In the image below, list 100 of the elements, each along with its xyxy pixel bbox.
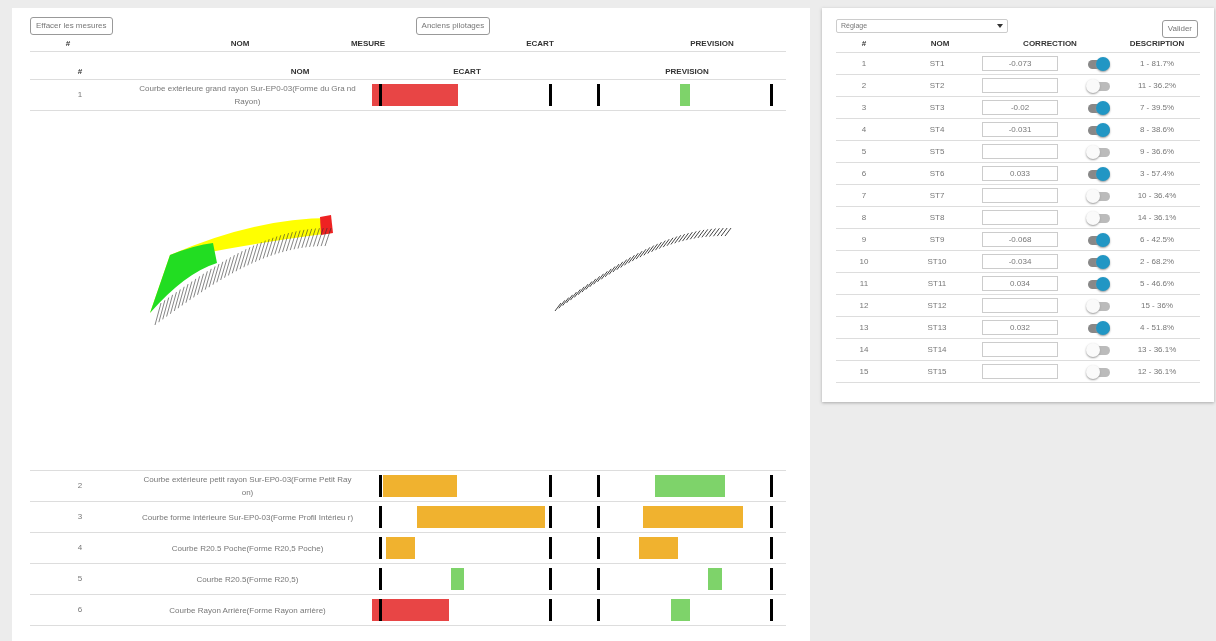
row-index: 15 [858,365,870,378]
correction-field[interactable] [982,78,1058,93]
setting-name: ST8 [928,211,946,224]
curve-name: Courbe forme intérieure Sur-EP0-03(Forme Profil Intérieu r) [140,511,355,524]
setting-name: ST9 [928,233,946,246]
description-text: 10 - 36.4% [1136,189,1178,202]
toggle-switch[interactable] [1086,364,1110,379]
toggle-switch[interactable] [1086,100,1110,115]
correction-field[interactable] [982,342,1058,357]
correction-field[interactable] [982,188,1058,203]
column-header: CORRECTION [1022,38,1078,50]
row-index: 8 [860,211,868,224]
row-index: 4 [860,123,868,136]
toggle-switch[interactable] [1086,78,1110,93]
column-header: DESCRIPTION [1128,38,1186,50]
setting-name: ST5 [928,145,946,158]
correction-field[interactable] [982,144,1058,159]
column-header: NOM [289,65,311,78]
row-index: 6 [860,167,868,180]
row-index: 14 [858,343,870,356]
toggle-switch[interactable] [1086,56,1110,71]
setting-name: ST15 [926,365,948,378]
toggle-switch[interactable] [1086,342,1110,357]
row-index: 2 [860,79,868,92]
dropdown-caret-icon [997,24,1003,28]
curve-name: Courbe Rayon Arrière(Forme Rayon arrière) [168,604,327,617]
curve-name: Courbe extérieure grand rayon Sur-EP0-03(Forme du Gra nd Rayon) [138,83,357,108]
correction-field[interactable]: 0.033 [982,166,1058,181]
column-header: PREVISION [664,65,710,78]
setting-name: ST7 [928,189,946,202]
row-index: 10 [858,255,870,268]
correction-field[interactable] [982,364,1058,379]
setting-name: ST12 [926,299,948,312]
setting-name: ST2 [928,79,946,92]
correction-field[interactable]: 0.034 [982,276,1058,291]
correction-field[interactable] [982,298,1058,313]
correction-field[interactable]: -0.073 [982,56,1058,71]
description-text: 6 - 42.5% [1138,233,1176,246]
setting-name: ST14 [926,343,948,356]
column-header: NOM [929,38,951,50]
description-text: 1 - 81.7% [1138,57,1176,70]
column-header: # [76,65,84,78]
history-button[interactable]: Anciens pilotages [415,17,491,35]
toggle-switch[interactable] [1086,166,1110,181]
column-header: # [860,38,868,50]
description-text: 13 - 36.1% [1136,343,1178,356]
description-text: 2 - 68.2% [1138,255,1176,268]
description-text: 3 - 57.4% [1138,167,1176,180]
row-index: 13 [858,321,870,334]
toggle-switch[interactable] [1086,276,1110,291]
row-index: 3 [860,101,868,114]
toggle-switch[interactable] [1086,210,1110,225]
toggle-switch[interactable] [1086,188,1110,203]
row-index: 1 [860,57,868,70]
clear-measures-button[interactable]: Effacer les mesures [30,17,113,35]
row-index: 12 [858,299,870,312]
toggle-switch[interactable] [1086,298,1110,313]
description-text: 5 - 46.6% [1138,277,1176,290]
toggle-switch[interactable] [1086,232,1110,247]
column-header: # [64,37,72,50]
curve-name: Courbe R20.5 Poche(Forme R20,5 Poche) [170,542,325,555]
toggle-switch[interactable] [1086,122,1110,137]
correction-field[interactable]: -0.034 [982,254,1058,269]
curve-name: Courbe extérieure petit rayon Sur-EP0-03(Forme Petit Ray on) [142,474,353,499]
row-index: 11 [858,277,870,290]
validate-button[interactable]: Valider [1161,20,1198,38]
description-text: 8 - 38.6% [1138,123,1176,136]
setting-name: ST3 [928,101,946,114]
description-text: 9 - 36.6% [1138,145,1176,158]
setting-name: ST6 [928,167,946,180]
toggle-switch[interactable] [1086,320,1110,335]
row-index: 2 [76,480,84,492]
description-text: 11 - 36.2% [1136,79,1178,92]
description-text: 7 - 39.5% [1138,101,1176,114]
description-text: 15 - 36% [1140,299,1174,312]
row-index: 1 [76,89,84,101]
toggle-switch[interactable] [1086,254,1110,269]
column-header: PREVISION [689,37,735,50]
row-index: 9 [860,233,868,246]
description-text: 4 - 51.8% [1138,321,1176,334]
column-header: ECART [525,37,555,50]
correction-field[interactable]: -0.02 [982,100,1058,115]
correction-field[interactable]: -0.031 [982,122,1058,137]
description-text: 12 - 36.1% [1136,365,1178,378]
column-header: MESURE [349,37,387,50]
row-index: 6 [76,604,84,616]
toggle-switch[interactable] [1086,144,1110,159]
correction-field[interactable]: -0.068 [982,232,1058,247]
setting-name: ST1 [928,57,946,70]
correction-field[interactable] [982,210,1058,225]
column-header: ECART [452,65,482,78]
row-index: 5 [860,145,868,158]
curve-name: Courbe R20.5(Forme R20,5) [195,573,300,586]
correction-field[interactable]: 0.032 [982,320,1058,335]
setting-name: ST4 [928,123,946,136]
row-index: 3 [76,511,84,523]
setting-name: ST13 [926,321,948,334]
row-index: 5 [76,573,84,585]
setting-name: ST11 [926,277,948,290]
row-index: 7 [860,189,868,202]
